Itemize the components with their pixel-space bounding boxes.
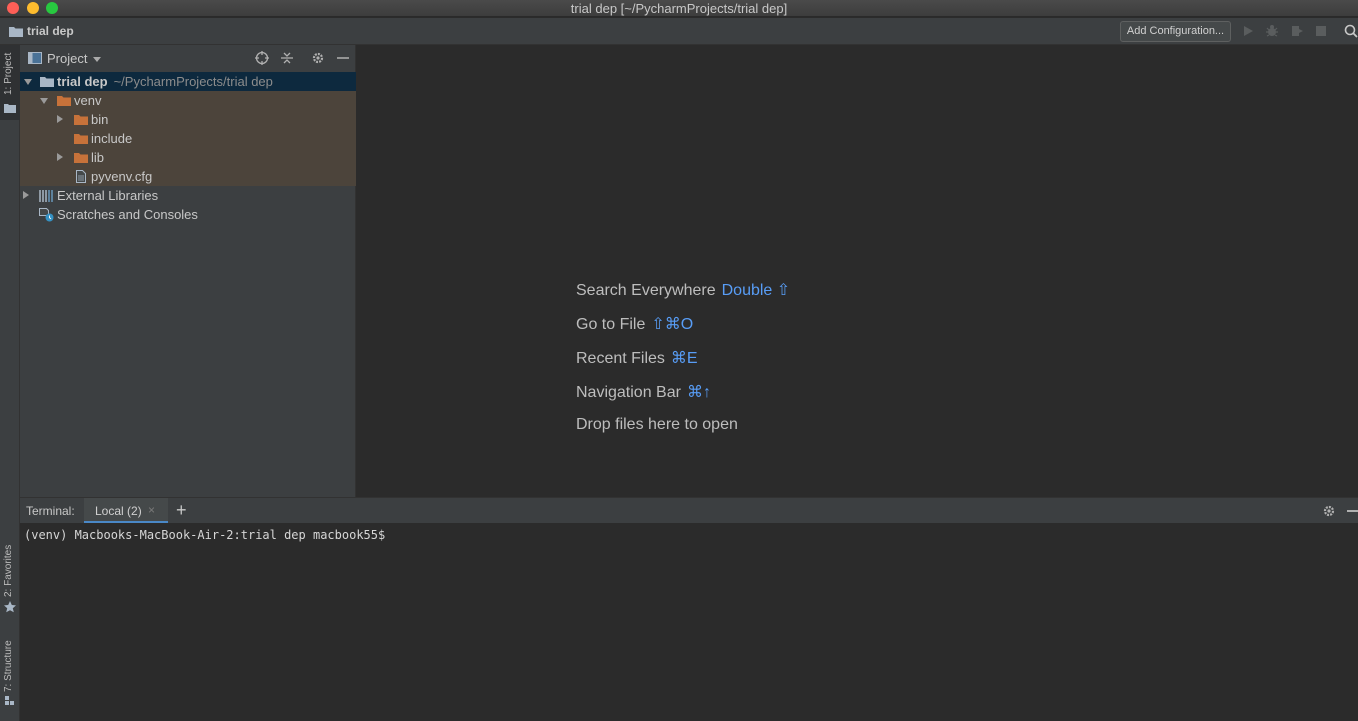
run-icon[interactable] bbox=[1241, 24, 1255, 38]
tree-item-venv[interactable]: venv bbox=[20, 91, 356, 110]
add-configuration-button[interactable]: Add Configuration... bbox=[1120, 21, 1231, 42]
search-icon[interactable] bbox=[1344, 24, 1358, 38]
expand-arrow-icon[interactable] bbox=[24, 79, 32, 85]
project-tool-tab[interactable]: 1: Project bbox=[0, 45, 20, 120]
terminal-title: Terminal: bbox=[26, 504, 75, 518]
hint-search-everywhere: Search Everywhere Double ⇧ bbox=[576, 280, 790, 300]
folder-icon bbox=[9, 27, 23, 37]
minimize-icon[interactable] bbox=[1347, 510, 1358, 512]
tree-label: Scratches and Consoles bbox=[57, 207, 198, 222]
tree-item-root[interactable]: trial dep ~/PycharmProjects/trial dep bbox=[20, 72, 356, 91]
folder-icon bbox=[74, 115, 88, 125]
tree-item-bin[interactable]: bin bbox=[20, 110, 356, 129]
title-bar: trial dep [~/PycharmProjects/trial dep] bbox=[0, 0, 1358, 17]
project-tool-tab-label: 1: Project bbox=[3, 52, 14, 95]
hint-navigation-bar: Navigation Bar ⌘↑ bbox=[576, 382, 711, 402]
tree-label: bin bbox=[91, 112, 109, 127]
structure-tool-tab[interactable]: 7: Structure bbox=[0, 630, 20, 710]
hint-go-to-file: Go to File ⇧⌘O bbox=[576, 314, 693, 334]
project-view-selector[interactable]: Project bbox=[47, 51, 87, 66]
hint-shortcut: ⇧⌘O bbox=[651, 316, 694, 333]
hint-shortcut: ⌘↑ bbox=[686, 384, 711, 401]
folder-icon bbox=[4, 104, 16, 113]
hint-recent-files: Recent Files ⌘E bbox=[576, 348, 698, 368]
scratches-icon bbox=[39, 208, 54, 222]
tree-item-include[interactable]: include bbox=[20, 129, 356, 148]
tree-item-lib[interactable]: lib bbox=[20, 148, 356, 167]
tree-label: lib bbox=[91, 150, 105, 165]
terminal-tab-local-2[interactable]: Local (2) × bbox=[84, 498, 168, 524]
navigation-bar: trial dep Add Configuration... bbox=[0, 18, 1358, 45]
collapse-arrow-icon[interactable] bbox=[23, 191, 29, 199]
close-icon[interactable]: × bbox=[148, 503, 155, 517]
minimize-icon[interactable] bbox=[336, 51, 350, 65]
terminal-prompt: (venv) Macbooks-MacBook-Air-2:trial dep … bbox=[24, 528, 386, 542]
terminal-output[interactable]: (venv) Macbooks-MacBook-Air-2:trial dep … bbox=[20, 523, 1358, 721]
file-icon bbox=[76, 170, 86, 183]
tree-item-external-libraries[interactable]: External Libraries bbox=[20, 186, 356, 205]
hint-shortcut: ⌘E bbox=[670, 350, 698, 367]
terminal-tab-label: Local (2) bbox=[95, 504, 142, 518]
gear-icon[interactable] bbox=[1322, 504, 1336, 518]
tool-window-stripe: 1: Project 2: Favorites 7: Structure bbox=[0, 45, 20, 721]
favorites-tool-tab[interactable]: 2: Favorites bbox=[0, 535, 20, 615]
folder-icon bbox=[74, 153, 88, 163]
project-view-icon bbox=[28, 52, 42, 64]
structure-tool-tab-label: 7: Structure bbox=[3, 640, 14, 692]
folder-icon bbox=[74, 134, 88, 144]
hint-shortcut: Double ⇧ bbox=[721, 282, 791, 299]
hint-label: Recent Files bbox=[576, 350, 665, 367]
project-panel: Project trial dep ~/PycharmProjects/trial… bbox=[20, 45, 356, 497]
new-terminal-button[interactable]: + bbox=[176, 500, 187, 521]
breadcrumb-project[interactable]: trial dep bbox=[27, 24, 74, 38]
locate-icon[interactable] bbox=[255, 51, 269, 65]
hint-drop-files: Drop files here to open bbox=[576, 416, 738, 434]
folder-icon bbox=[40, 77, 54, 87]
stop-icon[interactable] bbox=[1314, 24, 1328, 38]
tree-label: trial dep ~/PycharmProjects/trial dep bbox=[57, 72, 273, 91]
hint-label: Go to File bbox=[576, 316, 646, 333]
library-icon bbox=[39, 190, 53, 202]
gear-icon[interactable] bbox=[311, 51, 325, 65]
hint-label: Navigation Bar bbox=[576, 384, 681, 401]
editor-area[interactable]: Search Everywhere Double ⇧ Go to File ⇧⌘O … bbox=[357, 45, 1358, 497]
folder-icon bbox=[57, 96, 71, 106]
tree-label: pyvenv.cfg bbox=[91, 169, 153, 184]
tree-item-scratches[interactable]: Scratches and Consoles bbox=[20, 205, 356, 224]
tree-label: include bbox=[91, 131, 133, 146]
root-name: trial dep bbox=[57, 74, 108, 89]
project-panel-header: Project bbox=[20, 45, 356, 72]
coverage-icon[interactable] bbox=[1290, 24, 1304, 38]
hint-label: Drop files here to open bbox=[576, 416, 738, 433]
terminal-header: Terminal: Local (2) × + bbox=[20, 497, 1358, 524]
root-path: ~/PycharmProjects/trial dep bbox=[113, 74, 273, 89]
tree-label: venv bbox=[74, 93, 102, 108]
collapse-arrow-icon[interactable] bbox=[57, 115, 63, 123]
collapse-arrow-icon[interactable] bbox=[57, 153, 63, 161]
hint-label: Search Everywhere bbox=[576, 282, 716, 299]
collapse-all-icon[interactable] bbox=[280, 51, 294, 65]
structure-icon bbox=[5, 696, 14, 705]
expand-arrow-icon[interactable] bbox=[40, 98, 48, 104]
tree-label: External Libraries bbox=[57, 188, 159, 203]
chevron-down-icon[interactable] bbox=[93, 57, 101, 62]
tree-item-pyvenv-cfg[interactable]: pyvenv.cfg bbox=[20, 167, 356, 186]
favorites-tool-tab-label: 2: Favorites bbox=[3, 544, 14, 597]
debug-icon[interactable] bbox=[1265, 24, 1279, 38]
window-title: trial dep [~/PycharmProjects/trial dep] bbox=[570, 1, 788, 16]
star-icon bbox=[4, 601, 16, 613]
